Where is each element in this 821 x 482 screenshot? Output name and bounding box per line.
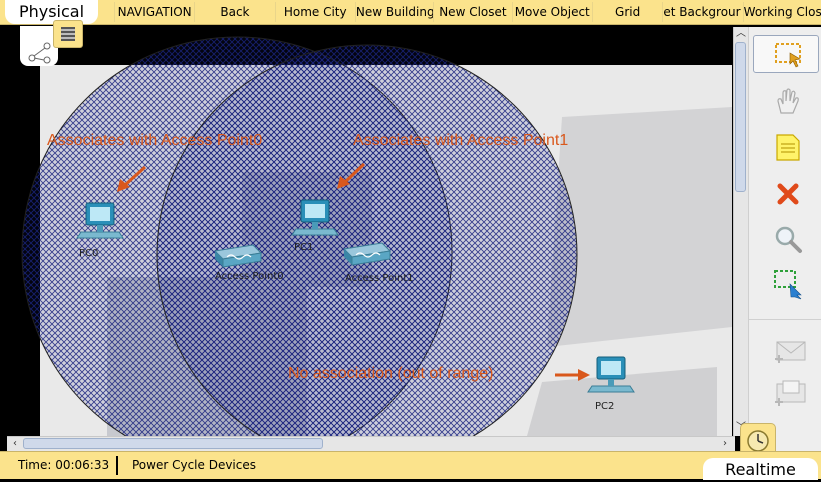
inspect-tool[interactable]	[753, 219, 819, 257]
power-cycle-devices-button[interactable]: Power Cycle Devices	[124, 456, 256, 475]
horizontal-scroll-thumb[interactable]	[23, 438, 323, 449]
vertical-scrollbar[interactable]: ︿ ﹀	[733, 27, 748, 436]
pc1-label: PC1	[294, 242, 313, 253]
time-display: Time: 00:06:33	[8, 456, 118, 475]
new-closet-button[interactable]: New Closet	[433, 2, 511, 22]
pc2-label: PC2	[595, 401, 614, 412]
annotation-ap1: Associates with Access Point1	[353, 132, 568, 149]
resize-shape-tool[interactable]	[753, 263, 819, 301]
pc0-label: PC0	[79, 248, 98, 259]
access-point0-label: Access Point0	[215, 271, 284, 282]
top-toolbar: Physical NAVIGATION Back Home City New B…	[0, 0, 821, 25]
grid-button[interactable]: Grid	[591, 2, 663, 22]
access-point1-label: Access Point1	[345, 273, 414, 284]
rack-icon[interactable]	[53, 20, 83, 48]
working-closet-button[interactable]: Working Closet	[742, 2, 821, 22]
select-icon	[775, 43, 801, 68]
toolbox-divider	[749, 319, 821, 320]
annotation-out-of-range: No association (out of range)	[288, 365, 493, 382]
hand-icon	[777, 88, 799, 114]
move-layout-tool[interactable]	[753, 82, 819, 120]
navigation-button[interactable]: NAVIGATION	[114, 2, 194, 22]
bottom-status-bar: Time: 00:06:33 Power Cycle Devices Realt…	[0, 451, 821, 480]
scroll-up-icon[interactable]: ︿	[735, 28, 747, 40]
scroll-right-icon[interactable]: ›	[719, 438, 731, 450]
magnifier-icon	[775, 226, 802, 253]
add-complex-pdu-tool[interactable]	[753, 375, 819, 413]
open-envelope-icon	[775, 380, 806, 406]
note-icon	[776, 134, 800, 161]
physical-mode-tab[interactable]: Physical	[5, 0, 98, 24]
back-button[interactable]: Back	[194, 2, 274, 22]
pc2-device[interactable]	[587, 356, 635, 393]
realtime-mode-tab[interactable]: Realtime	[703, 458, 818, 480]
scroll-left-icon[interactable]: ‹	[9, 438, 21, 450]
place-note-tool[interactable]	[753, 127, 819, 165]
home-city-button[interactable]: Home City	[274, 2, 355, 22]
select-tool[interactable]	[753, 35, 819, 73]
horizontal-scrollbar[interactable]: ‹ ›	[7, 436, 735, 451]
resize-icon	[774, 270, 802, 300]
vertical-scroll-thumb[interactable]	[735, 42, 746, 192]
delete-icon	[777, 183, 799, 205]
workspace-canvas: Associates with Access Point0 Associates…	[21, 36, 732, 436]
annotation-ap0: Associates with Access Point0	[47, 132, 262, 149]
add-simple-pdu-tool[interactable]	[753, 332, 819, 370]
delete-tool[interactable]	[753, 174, 819, 212]
set-background-button[interactable]: et Backgrour	[662, 2, 742, 22]
navigation-bar: NAVIGATION Back Home City New Building N…	[114, 2, 821, 22]
new-building-button[interactable]: New Building	[354, 2, 433, 22]
envelope-icon	[775, 341, 806, 363]
common-tools-bar	[748, 27, 821, 451]
physical-workspace[interactable]: Associates with Access Point0 Associates…	[7, 27, 732, 436]
move-object-button[interactable]: Move Object	[511, 2, 592, 22]
